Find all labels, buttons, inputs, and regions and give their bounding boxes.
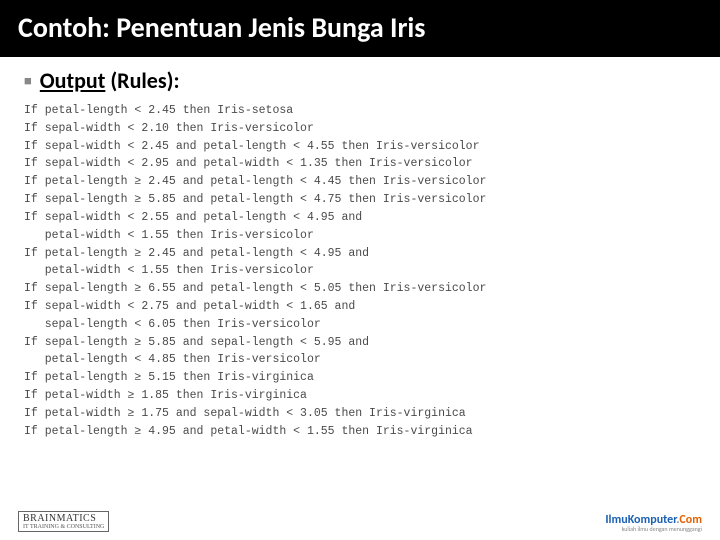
bullet-icon: ▪ bbox=[24, 67, 32, 94]
footer: BRAINMATICS IT TRAINING & CONSULTING Ilm… bbox=[18, 511, 702, 532]
slide-title: Contoh: Penentuan Jenis Bunga Iris bbox=[0, 0, 720, 57]
subtitle-underline: Output bbox=[40, 67, 106, 94]
rules-listing: If petal-length < 2.45 then Iris-setosa … bbox=[0, 102, 720, 440]
slide-subtitle: ▪ Output (Rules): bbox=[0, 57, 720, 102]
footer-left-tagline: IT TRAINING & CONSULTING bbox=[23, 524, 104, 530]
footer-left-logo: BRAINMATICS IT TRAINING & CONSULTING bbox=[18, 511, 109, 532]
footer-right-logo: IlmuKomputer.Com kuliah ilmu dengan menu… bbox=[605, 514, 702, 532]
subtitle-rest: (Rules): bbox=[105, 67, 179, 94]
footer-left-brand: BRAINMATICS bbox=[23, 513, 96, 524]
